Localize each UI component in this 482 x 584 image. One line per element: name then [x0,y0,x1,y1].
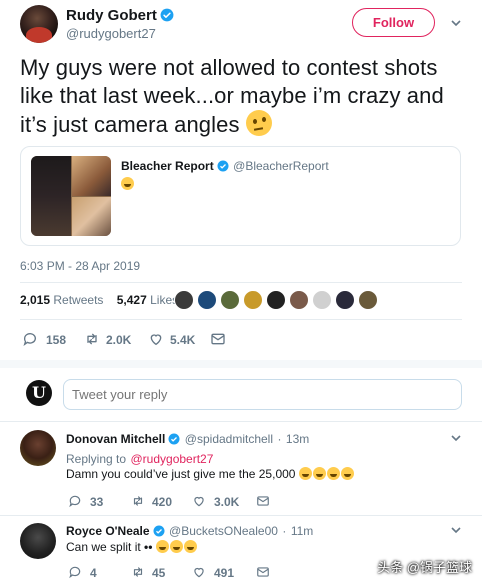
verified-icon [153,525,165,537]
thinking-face-emoji [245,110,272,136]
chevron-down-icon[interactable] [450,524,462,536]
reply-author-handle[interactable]: @BucketsONeale00 [169,524,278,538]
retweets-stat[interactable]: 2,015 Retweets [20,293,103,307]
author-name[interactable]: Rudy Gobert [66,7,157,24]
reply-author-handle[interactable]: @spidadmitchell [185,432,273,446]
author-name-row[interactable]: Rudy Gobert [66,7,174,25]
reply-author-name[interactable]: Royce O'Neale [66,524,150,538]
reply-time[interactable]: 13m [286,432,309,446]
liker-avatar[interactable] [312,290,332,310]
engagement-stats: 2,015 Retweets 5,427 Likes [20,293,178,307]
heart-icon[interactable] [192,565,206,579]
divider [0,421,482,422]
retweet-icon[interactable] [131,565,145,579]
separator-dot: · [277,432,282,446]
like-count: 5.4K [170,333,196,347]
thinking-face-emoji [121,177,134,190]
user-avatar[interactable]: U [26,380,52,406]
author-avatar[interactable] [20,5,58,43]
watermark: 头条 @锅子篮球 [377,560,472,575]
tweet-timestamp[interactable]: 6:03 PM - 28 Apr 2019 [20,259,140,273]
mail-icon[interactable] [256,565,270,579]
liker-avatar[interactable] [289,290,309,310]
liker-avatar[interactable] [266,290,286,310]
reply-time[interactable]: 11m [291,524,313,538]
heart-icon[interactable] [148,331,164,347]
reply-count: 33 [90,495,104,509]
reply-avatar[interactable] [20,430,56,466]
reply-header: Royce O'Neale @BucketsONeale00 · 11m [66,522,313,540]
quoted-media-thumbnail[interactable] [31,156,111,236]
quoted-author-row: Bleacher Report @BleacherReport [121,157,329,175]
liker-avatar[interactable] [174,290,194,310]
divider [20,319,462,320]
reply-icon[interactable] [68,494,82,508]
liker-avatar[interactable] [243,290,263,310]
divider [0,515,482,516]
follow-button[interactable]: Follow [352,8,435,37]
verified-icon [160,8,174,22]
quoted-author-handle: @BleacherReport [233,159,329,173]
reply-count: 158 [46,333,67,347]
tweet-text: My guys were not allowed to contest shot… [20,55,444,137]
separator-dot: · [282,524,287,538]
heart-icon[interactable] [192,494,206,508]
section-separator [0,360,482,368]
verified-icon [217,160,229,172]
verified-icon [168,433,180,445]
like-count: 3.0K [214,495,240,509]
reply-text: Damn you could’ve just give me the 25,00… [66,467,355,481]
likes-stat[interactable]: 5,427 Likes [117,293,178,307]
reply-header: Donovan Mitchell @spidadmitchell · 13m [66,430,309,448]
mail-icon[interactable] [256,494,270,508]
retweet-icon[interactable] [131,494,145,508]
chevron-down-icon[interactable] [450,17,462,29]
mail-icon[interactable] [210,331,226,347]
reply-icon[interactable] [68,565,82,579]
retweet-icon[interactable] [84,331,100,347]
quoted-text [121,175,135,193]
reply-count: 4 [90,566,97,580]
divider [20,282,462,283]
reply-icon[interactable] [22,331,38,347]
replying-to: Replying to @rudygobert27 [66,452,214,466]
quoted-author-name: Bleacher Report [121,159,214,173]
retweet-count: 420 [152,495,173,509]
liker-avatar[interactable] [197,290,217,310]
retweet-count: 2.0K [106,333,132,347]
retweet-count: 45 [152,566,166,580]
reply-input[interactable] [63,379,462,410]
reply-avatar[interactable] [20,523,56,559]
quoted-tweet[interactable]: Bleacher Report @BleacherReport [20,146,461,246]
liker-avatar[interactable] [220,290,240,310]
like-count: 491 [214,566,235,580]
liker-avatar[interactable] [335,290,355,310]
liker-avatar[interactable] [358,290,378,310]
author-handle[interactable]: @rudygobert27 [66,26,156,41]
chevron-down-icon[interactable] [450,432,462,444]
replying-to-link[interactable]: @rudygobert27 [131,452,214,466]
reply-author-name[interactable]: Donovan Mitchell [66,432,165,446]
reply-text: Can we split it •• [66,540,198,554]
